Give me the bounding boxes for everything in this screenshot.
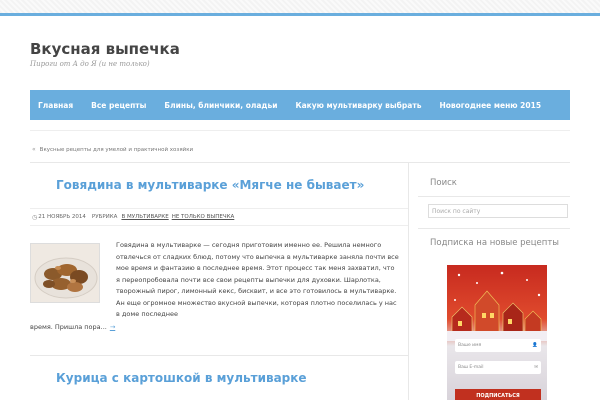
subscriber-email-input[interactable]: Ваш E-mail ✉: [455, 361, 541, 374]
nav-item-multicooker-choice[interactable]: Какую мультиварку выбрать: [295, 101, 421, 110]
post-title[interactable]: Говядина в мультиварке «Мягче не бывает»: [56, 178, 364, 192]
post-excerpt-tail-text: время. Пришла пора...: [30, 323, 107, 331]
subscribe-button[interactable]: ПОДПИСАТЬСЯ: [455, 389, 541, 400]
divider: [418, 228, 570, 229]
nav-item-pancakes[interactable]: Блины, блинчики, оладьи: [164, 101, 277, 110]
rubric-label: РУБРИКА: [91, 214, 118, 220]
divider: [30, 130, 570, 131]
post-meta: ◷ 21 НОЯБРЬ 2014 РУБРИКА В МУЛЬТИВАРКЕ Н…: [30, 208, 408, 226]
post-excerpt-tail: время. Пришла пора... →: [30, 323, 115, 331]
search-widget-title: Поиск: [430, 178, 457, 188]
category-link-multicooker[interactable]: В МУЛЬТИВАРКЕ: [121, 214, 168, 220]
user-icon: 👤: [532, 343, 538, 348]
category-link-not-only-baking[interactable]: НЕ ТОЛЬКО ВЫПЕЧКА: [172, 214, 235, 220]
subscriber-name-input[interactable]: Ваше имя 👤: [455, 339, 541, 352]
column-divider: [408, 162, 409, 400]
main-navigation: Главная Все рецепты Блины, блинчики, ола…: [30, 90, 570, 120]
clock-icon: ◷: [32, 213, 38, 221]
search-input[interactable]: [428, 204, 568, 218]
post-title[interactable]: Курица с картошкой в мультиварке: [56, 371, 307, 385]
nav-item-all-recipes[interactable]: Все рецепты: [91, 101, 146, 110]
divider: [418, 196, 570, 197]
site-title[interactable]: Вкусная выпечка: [30, 40, 180, 58]
site-tagline: Пироги от А до Я (и не только): [30, 60, 150, 68]
breadcrumb-text: Вкусные рецепты для умелой и практичной …: [39, 146, 194, 153]
post-excerpt: Говядина в мультиварке — сегодня пригото…: [116, 241, 399, 318]
divider: [30, 355, 408, 356]
read-more-link[interactable]: →: [110, 323, 115, 331]
nav-item-home[interactable]: Главная: [38, 101, 73, 110]
beef-dish-image: [31, 244, 99, 302]
breadcrumb: « Вкусные рецепты для умелой и практично…: [32, 146, 193, 153]
mail-icon: ✉: [534, 365, 538, 370]
subscriber-email-placeholder: Ваш E-mail: [458, 365, 484, 370]
subscribe-form: Ваше имя 👤 Ваш E-mail ✉ ПОДПИСАТЬСЯ: [447, 265, 547, 400]
nav-item-new-year-menu[interactable]: Новогоднее меню 2015: [439, 101, 541, 110]
divider: [30, 162, 570, 163]
subscribe-widget-title: Подписка на новые рецепты: [430, 238, 560, 248]
winter-village-illustration: [447, 271, 547, 341]
post-date: 21 НОЯБРЬ 2014: [38, 214, 86, 220]
post-thumbnail[interactable]: [30, 243, 100, 303]
top-decorative-strip: [0, 0, 600, 16]
subscriber-name-placeholder: Ваше имя: [458, 343, 482, 348]
breadcrumb-home-icon[interactable]: «: [32, 146, 36, 153]
